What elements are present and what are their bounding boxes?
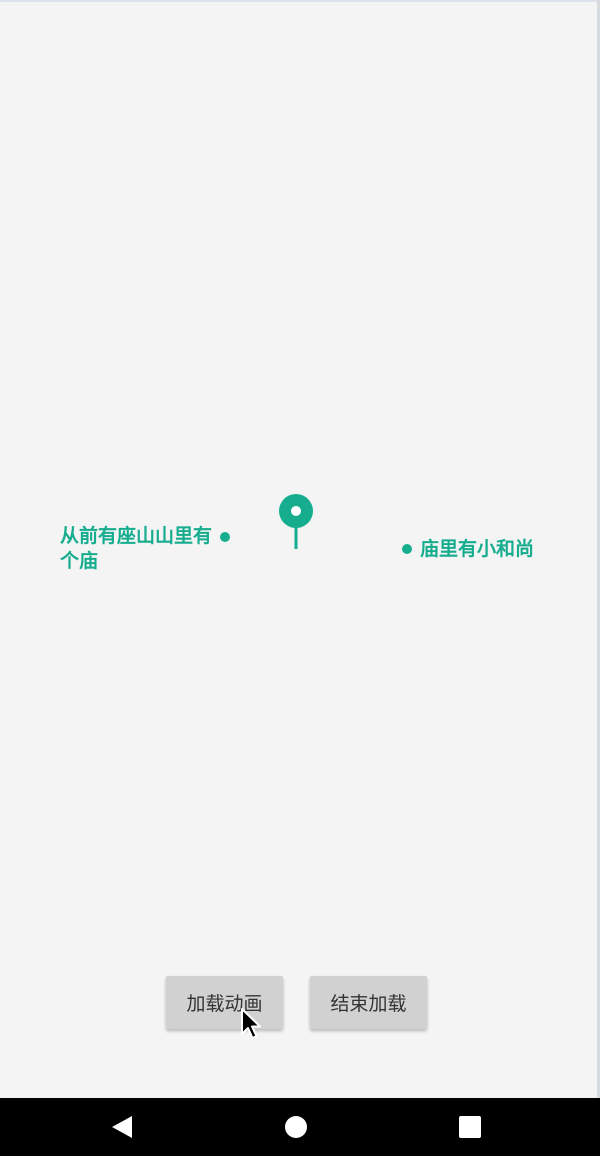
- recent-square-icon: [459, 1116, 481, 1138]
- window-top-edge: [0, 0, 600, 2]
- mouse-pointer-icon: [241, 1008, 261, 1039]
- map-pin-icon: [279, 494, 313, 549]
- right-dot-indicator: [402, 544, 412, 554]
- load-animation-button[interactable]: 加载动画: [166, 976, 283, 1029]
- nav-back-button[interactable]: [100, 1098, 144, 1156]
- left-story-label: 从前有座山山里有个庙: [60, 525, 213, 572]
- left-dot-indicator: [220, 532, 230, 542]
- navigation-bar: [0, 1098, 600, 1156]
- back-triangle-icon: [112, 1116, 132, 1138]
- right-story-label: 庙里有小和尚: [420, 538, 535, 560]
- app-screen: 从前有座山山里有个庙 庙里有小和尚 加载动画 结束加载: [0, 0, 600, 1156]
- home-circle-icon: [285, 1116, 307, 1138]
- nav-recent-apps-button[interactable]: [448, 1098, 492, 1156]
- nav-home-button[interactable]: [274, 1098, 318, 1156]
- end-loading-button[interactable]: 结束加载: [310, 976, 427, 1029]
